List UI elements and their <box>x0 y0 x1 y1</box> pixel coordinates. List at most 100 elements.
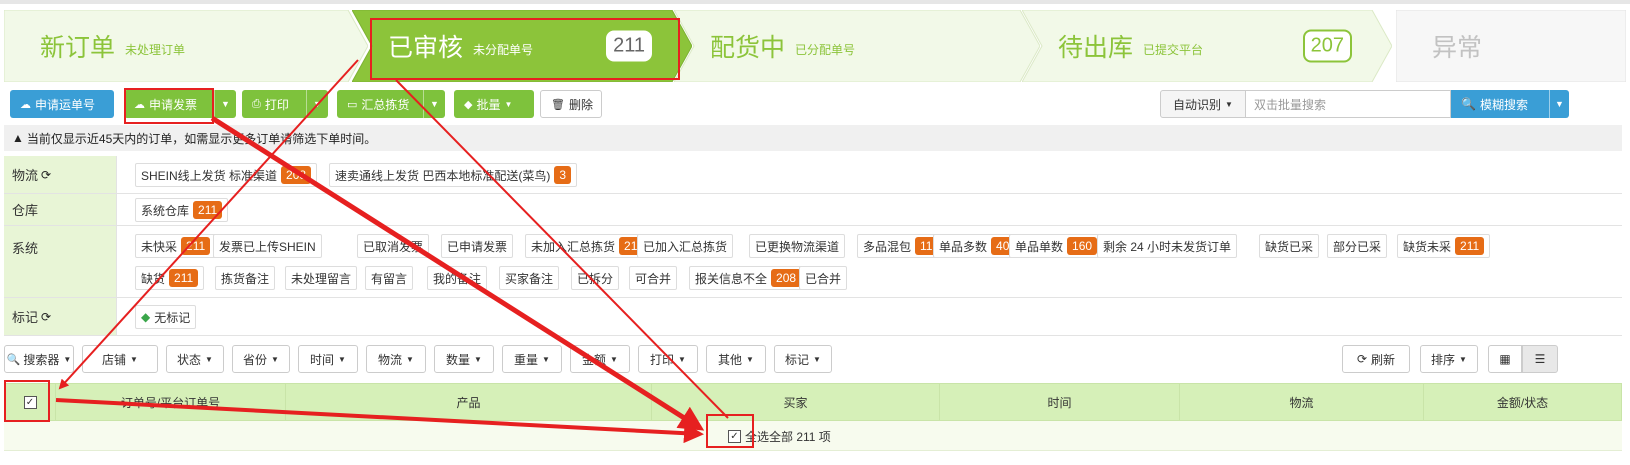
filter-dropdown-10[interactable]: 其他 ▼ <box>706 345 766 373</box>
filter-tag-system-23[interactable]: 已合并 <box>799 266 848 290</box>
filter-tag-system-11[interactable]: 缺货已采 <box>1259 234 1320 258</box>
step-new-orders[interactable]: 新订单 未处理订单 <box>4 10 368 82</box>
refresh-icon[interactable]: ⟳ <box>41 168 51 182</box>
chevron-down-icon: ▼ <box>1225 99 1233 109</box>
search-icon: 🔍 <box>1461 97 1476 111</box>
step-subtitle: 未处理订单 <box>125 42 186 57</box>
search-icon: 🔍 <box>6 353 21 366</box>
filter-dropdown-7[interactable]: 重量 ▼ <box>502 345 562 373</box>
column-order-number[interactable]: 订单号/平台订单号 <box>55 384 285 420</box>
chevron-down-icon: ▼ <box>610 354 618 364</box>
batch-button[interactable]: ◆ 批量 ▼ <box>454 90 534 118</box>
order-table-header: ✓ 订单号/平台订单号 产品 买家 时间 物流 金额/状态 <box>4 383 1622 421</box>
pick-summary-button[interactable]: ▭ 汇总拣货 ▼ <box>337 90 445 118</box>
filter-tag-no-mark[interactable]: ◆ 无标记 <box>135 305 197 329</box>
filter-dropdown-4[interactable]: 时间 ▼ <box>298 345 358 373</box>
refresh-button[interactable]: ⟳ 刷新 <box>1342 345 1410 373</box>
filter-tag-system-2[interactable]: 已取消发票 <box>357 234 430 258</box>
filter-tag-system-22[interactable]: 报关信息不全 208 <box>689 266 808 290</box>
filter-tag-system-5[interactable]: 已加入汇总拣货 <box>637 234 734 258</box>
filter-panel: 物流 ⟳ SHEIN线上发货 标准渠道 208 速卖通线上发货 巴西本地标准配送(菜… <box>4 156 1622 336</box>
step-exception[interactable]: 异常 <box>1396 10 1626 82</box>
batch-search-input[interactable]: 双击批量搜索 <box>1246 90 1451 118</box>
filter-dropdown-5[interactable]: 物流 ▼ <box>366 345 426 373</box>
chevron-down-icon: ▼ <box>746 354 754 364</box>
auto-detect-dropdown[interactable]: 自动识别 ▼ <box>1160 90 1246 118</box>
step-allocating[interactable]: 配货中 已分配单号 <box>674 10 1040 82</box>
filter-tag-system-16[interactable]: 未处理留言 <box>285 266 358 290</box>
chevron-down-icon: ▼ <box>406 354 414 364</box>
filter-tag-system-21[interactable]: 可合并 <box>629 266 678 290</box>
filter-tag-aliexpress-brazil[interactable]: 速卖通线上发货 巴西本地标准配送(菜鸟) 3 <box>329 163 578 187</box>
column-time[interactable]: 时间 <box>939 384 1179 420</box>
filter-tag-system-4[interactable]: 未加入汇总拣货 211 <box>525 234 655 258</box>
column-logistics[interactable]: 物流 <box>1179 384 1423 420</box>
step-pending-outbound[interactable]: 待出库 已提交平台 207 <box>1022 10 1392 82</box>
filter-tag-system-19[interactable]: 买家备注 <box>499 266 560 290</box>
apply-tracking-button[interactable]: ☁ 申请运单号 <box>10 90 114 118</box>
filter-tag-system-warehouse[interactable]: 系统仓库 211 <box>135 198 229 222</box>
sort-dropdown[interactable]: 排序 ▼ <box>1420 345 1478 373</box>
notice-text: 当前仅显示近45天内的订单，如需显示更多订单请筛选下单时间。 <box>26 131 377 146</box>
step-title: 配货中 <box>710 34 786 62</box>
filter-label: 物流 ⟳ <box>4 156 116 193</box>
filter-dropdown-11[interactable]: 标记 ▼ <box>774 345 832 373</box>
filter-dropdown-3[interactable]: 省份 ▼ <box>232 345 290 373</box>
order-status-steps: 新订单 未处理订单 已审核 未分配单号 211 配货中 已分配单号 待出库 已提交平台 … <box>4 10 1626 82</box>
step-title: 异常 <box>1432 34 1483 62</box>
filter-dropdown-9[interactable]: 打印 ▼ <box>638 345 698 373</box>
filter-tag-system-6[interactable]: 已更换物流渠道 <box>749 234 846 258</box>
filter-tag-system-20[interactable]: 已拆分 <box>571 266 620 290</box>
chevron-down-icon: ▼ <box>542 354 550 364</box>
chevron-down-icon[interactable]: ▼ <box>1549 90 1569 118</box>
filter-tag-system-7[interactable]: 多品混包 11 <box>857 234 944 258</box>
filter-row-warehouse: 仓库 系统仓库 211 <box>4 194 1622 226</box>
column-amount-status[interactable]: 金额/状态 <box>1423 384 1621 420</box>
warning-icon: ▲ <box>12 131 24 145</box>
filter-tag-shein-standard[interactable]: SHEIN线上发货 标准渠道 208 <box>135 163 318 187</box>
filter-tag-system-9[interactable]: 单品单数 160 <box>1009 234 1104 258</box>
filter-dropdown-0[interactable]: 🔍 搜索器 ▼ <box>4 345 74 373</box>
filter-tag-system-12[interactable]: 部分已采 <box>1327 234 1388 258</box>
refresh-icon[interactable]: ⟳ <box>41 310 51 324</box>
column-buyer[interactable]: 买家 <box>651 384 939 420</box>
chevron-down-icon[interactable]: ▼ <box>423 90 445 118</box>
filter-tag-system-17[interactable]: 有留言 <box>365 266 414 290</box>
filter-dropdown-8[interactable]: 金额 ▼ <box>570 345 630 373</box>
tag-icon: ◆ <box>141 310 151 324</box>
list-view-button[interactable]: ☰ <box>1522 345 1558 373</box>
top-border <box>0 0 1630 4</box>
chevron-down-icon[interactable]: ▼ <box>306 90 328 118</box>
column-product[interactable]: 产品 <box>285 384 651 420</box>
filter-tag-system-15[interactable]: 拣货备注 <box>215 266 276 290</box>
grid-icon: ▦ <box>1499 352 1511 366</box>
filter-tag-system-14[interactable]: 缺货 211 <box>135 266 205 290</box>
grid-view-button[interactable]: ▦ <box>1488 345 1522 373</box>
print-button[interactable]: ⎙ 打印 ▼ <box>242 90 328 118</box>
annotation-box-approved <box>370 18 680 80</box>
tag-icon: ◆ <box>464 98 473 111</box>
step-title: 新订单 <box>40 34 116 62</box>
filter-tag-system-18[interactable]: 我的备注 <box>427 266 488 290</box>
cloud-upload-icon: ☁ <box>20 98 31 111</box>
filter-dropdown-1[interactable]: 店铺 ▼ <box>82 345 158 373</box>
filter-tag-system-13[interactable]: 缺货未采 211 <box>1397 234 1491 258</box>
chevron-down-icon: ▼ <box>1459 354 1467 364</box>
chevron-down-icon[interactable]: ▼ <box>214 90 236 118</box>
step-subtitle: 已分配单号 <box>795 42 856 57</box>
chevron-down-icon: ▼ <box>813 354 821 364</box>
filter-tag-system-3[interactable]: 已申请发票 <box>441 234 514 258</box>
filter-label: 仓库 <box>4 194 116 225</box>
filter-tag-system-10[interactable]: 剩余 24 小时未发货订单 <box>1097 234 1238 258</box>
filter-label: 系统 <box>4 226 116 297</box>
delete-button[interactable]: 🗑 删除 <box>540 90 602 118</box>
filter-dropdown-6[interactable]: 数量 ▼ <box>434 345 494 373</box>
fuzzy-search-button[interactable]: 🔍 模糊搜索 <box>1451 90 1549 118</box>
filter-tag-system-8[interactable]: 单品多数 40 <box>933 234 1021 258</box>
select-all-row: ✓ 全选全部 211 项 <box>4 421 1622 451</box>
filter-tag-system-0[interactable]: 未快采 211 <box>135 234 217 258</box>
filter-tag-system-1[interactable]: 发票已上传SHEIN <box>213 234 322 258</box>
action-toolbar: ☁ 申请运单号 ☁ 申请发票 ▼ ⎙ 打印 ▼ ▭ 汇总拣货 ▼ ◆ 批量 ▼ 🗑 删除 自动… <box>10 90 1622 120</box>
chevron-down-icon: ▼ <box>504 99 513 109</box>
filter-dropdown-2[interactable]: 状态 ▼ <box>166 345 224 373</box>
